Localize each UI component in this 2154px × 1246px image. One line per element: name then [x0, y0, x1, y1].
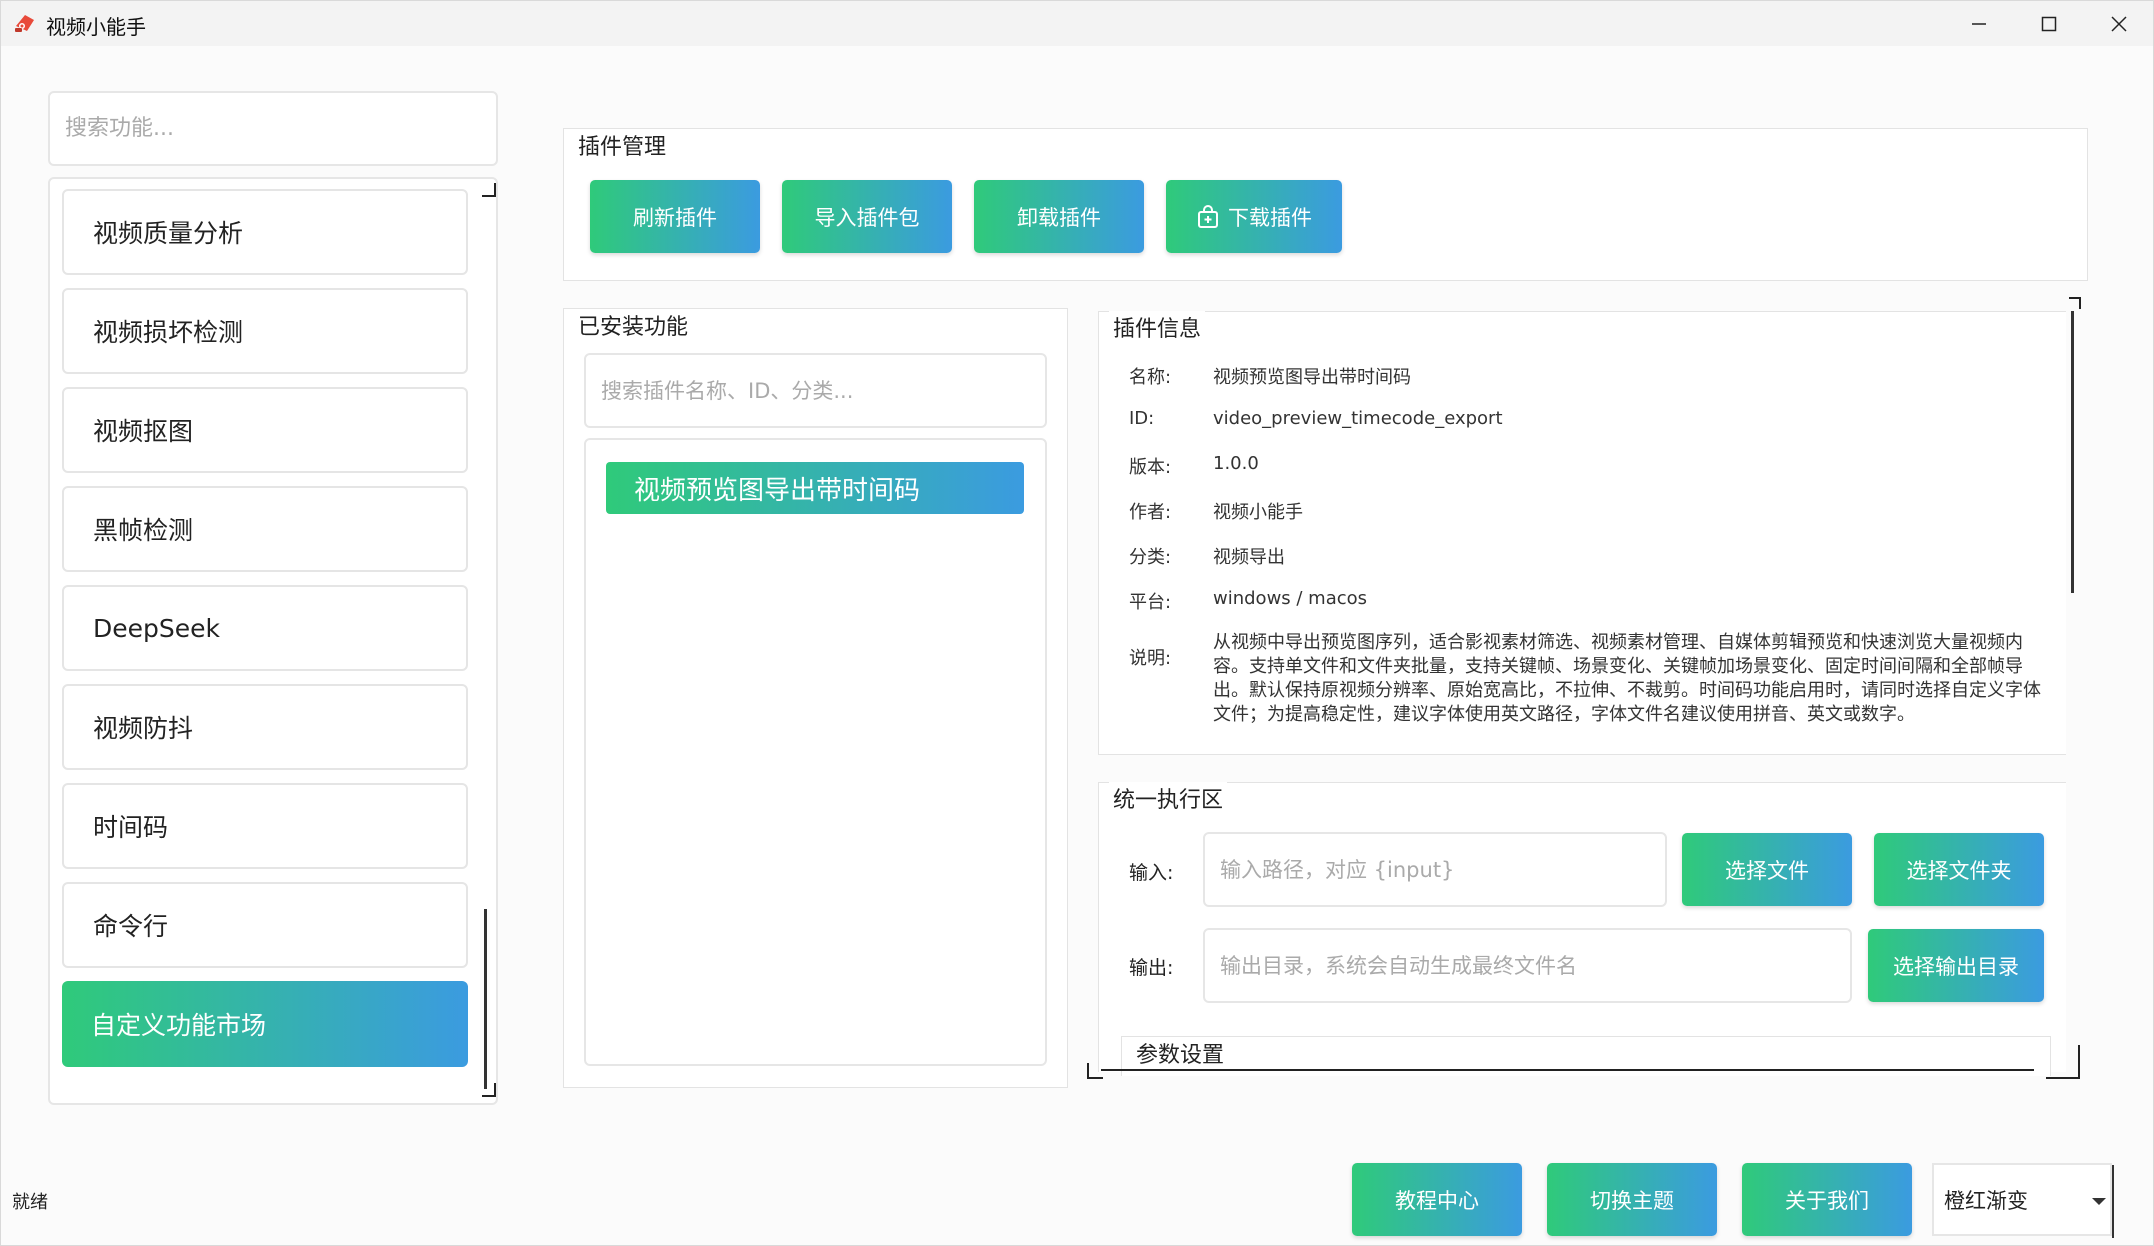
- download-plugin-label: 下载插件: [1228, 205, 1312, 230]
- info-description-value: 从视频中导出预览图序列，适合影视素材筛选、视频素材管理、自媒体剪辑预览和快速浏览…: [1213, 632, 2041, 725]
- exec-title: 统一执行区: [1109, 782, 1228, 814]
- sidebar-item-label: 黑帧检测: [93, 516, 194, 545]
- function-search-input[interactable]: [65, 116, 481, 141]
- input-label: 输入:: [1129, 862, 1174, 884]
- theme-select-value: 橙红渐变: [1944, 1188, 2028, 1213]
- chevron-down-icon: [2092, 1198, 2106, 1205]
- sidebar-item-deepseek[interactable]: DeepSeek: [62, 585, 468, 671]
- close-icon: [2111, 15, 2127, 32]
- minimize-icon: [1972, 22, 1986, 25]
- function-list[interactable]: 视频质量分析 视频损坏检测 视频抠图 黑帧检测 DeepSeek 视频防抖 时间…: [48, 177, 498, 1105]
- download-bag-icon: [1198, 204, 1218, 228]
- info-platform-label: 平台:: [1129, 592, 1172, 613]
- info-version-label: 版本:: [1129, 457, 1172, 478]
- sidebar-item-black-frame[interactable]: 黑帧检测: [62, 486, 468, 572]
- refresh-plugins-label: 刷新插件: [633, 205, 717, 230]
- installed-plugin-label: 视频预览图导出带时间码: [634, 475, 921, 506]
- theme-select-divider: [2112, 1165, 2114, 1238]
- sidebar-item-label: 视频抠图: [93, 417, 194, 446]
- switch-theme-label: 切换主题: [1590, 1188, 1674, 1213]
- output-label: 输出:: [1129, 957, 1174, 979]
- sidebar-item-custom-market[interactable]: 自定义功能市场: [62, 981, 468, 1067]
- scroll-corner-top: [482, 183, 496, 197]
- info-description-label: 说明:: [1129, 648, 1172, 669]
- info-scroll-corner: [2069, 297, 2081, 309]
- sidebar-item-damage-detect[interactable]: 视频损坏检测: [62, 288, 468, 374]
- about-us-button[interactable]: 关于我们: [1742, 1163, 1912, 1236]
- installed-plugin-item[interactable]: 视频预览图导出带时间码: [606, 462, 1024, 514]
- plugin-info-title: 插件信息: [1109, 311, 1206, 343]
- function-list-scrollbar[interactable]: [484, 909, 487, 1089]
- about-us-label: 关于我们: [1785, 1188, 1869, 1213]
- installed-title: 已安装功能: [574, 309, 693, 341]
- info-category-value: 视频导出: [1213, 547, 1285, 568]
- info-panel-scrollbar[interactable]: [2071, 311, 2074, 593]
- input-path-field[interactable]: [1203, 832, 1667, 907]
- sidebar-item-label: 自定义功能市场: [91, 1011, 267, 1040]
- info-name-label: 名称:: [1129, 367, 1172, 388]
- exec-scroll-corner-left: [1087, 1063, 1103, 1079]
- window-title: 视频小能手: [46, 15, 146, 39]
- import-plugin-label: 导入插件包: [814, 205, 920, 230]
- plugin-search-field[interactable]: [584, 353, 1047, 428]
- import-plugin-button[interactable]: 导入插件包: [782, 180, 952, 253]
- sidebar-item-label: DeepSeek: [93, 613, 220, 643]
- select-folder-label: 选择文件夹: [1906, 858, 2012, 883]
- maximize-icon: [2041, 16, 2057, 31]
- sidebar-item-label: 命令行: [93, 912, 169, 941]
- sidebar-item-timecode[interactable]: 时间码: [62, 783, 468, 869]
- sidebar-item-label: 时间码: [93, 813, 169, 842]
- app-logo-icon: [15, 15, 34, 32]
- output-dir-field[interactable]: [1203, 928, 1852, 1003]
- maximize-button[interactable]: [2014, 1, 2084, 46]
- select-file-button[interactable]: 选择文件: [1682, 833, 1852, 906]
- status-text: 就绪: [12, 1192, 48, 1213]
- info-author-value: 视频小能手: [1213, 502, 1303, 523]
- close-button[interactable]: [2084, 1, 2154, 46]
- tutorial-center-label: 教程中心: [1395, 1188, 1479, 1213]
- sidebar-item-video-quality[interactable]: 视频质量分析: [62, 189, 468, 275]
- params-title: 参数设置: [1132, 1037, 1229, 1069]
- scroll-corner-bottom: [482, 1083, 496, 1097]
- uninstall-plugin-label: 卸载插件: [1017, 205, 1101, 230]
- select-output-dir-button[interactable]: 选择输出目录: [1868, 929, 2044, 1002]
- info-category-label: 分类:: [1129, 547, 1172, 568]
- tutorial-center-button[interactable]: 教程中心: [1352, 1163, 1522, 1236]
- uninstall-plugin-button[interactable]: 卸载插件: [974, 180, 1144, 253]
- theme-select[interactable]: 橙红渐变: [1932, 1163, 2114, 1238]
- info-id-value: video_preview_timecode_export: [1213, 408, 1503, 429]
- info-platform-value: windows / macos: [1213, 588, 1368, 609]
- plugin-management-title: 插件管理: [574, 129, 671, 161]
- minimize-button[interactable]: [1944, 1, 2014, 46]
- select-folder-button[interactable]: 选择文件夹: [1874, 833, 2044, 906]
- input-path-input[interactable]: [1220, 857, 1650, 882]
- select-file-label: 选择文件: [1725, 858, 1809, 883]
- switch-theme-button[interactable]: 切换主题: [1547, 1163, 1717, 1236]
- plugin-search-input[interactable]: [601, 378, 1030, 403]
- exec-scroll-corner-right: [2046, 1045, 2080, 1079]
- exec-group: [1098, 782, 2066, 1072]
- select-output-dir-label: 选择输出目录: [1893, 954, 2019, 979]
- app-window: 视频小能手 视频质量分析 视频损坏检测 视频抠图 黑帧检测 DeepSeek 视…: [0, 0, 2154, 1246]
- title-bar: 视频小能手: [1, 1, 2153, 46]
- info-author-label: 作者:: [1129, 502, 1172, 523]
- download-plugin-button[interactable]: 下载插件: [1166, 180, 1342, 253]
- sidebar-item-label: 视频损坏检测: [93, 318, 244, 347]
- exec-hscrollbar[interactable]: [1101, 1069, 2034, 1071]
- info-version-value: 1.0.0: [1213, 453, 1259, 474]
- sidebar-item-label: 视频质量分析: [93, 219, 244, 248]
- sidebar-item-label: 视频防抖: [93, 714, 194, 743]
- sidebar-item-matting[interactable]: 视频抠图: [62, 387, 468, 473]
- function-search-field[interactable]: [48, 91, 498, 166]
- installed-plugin-list[interactable]: 视频预览图导出带时间码: [584, 438, 1047, 1066]
- sidebar-item-command-line[interactable]: 命令行: [62, 882, 468, 968]
- sidebar-item-stabilize[interactable]: 视频防抖: [62, 684, 468, 770]
- info-name-value: 视频预览图导出带时间码: [1213, 367, 1411, 388]
- refresh-plugins-button[interactable]: 刷新插件: [590, 180, 760, 253]
- output-dir-input[interactable]: [1220, 953, 1835, 978]
- info-id-label: ID:: [1129, 408, 1155, 429]
